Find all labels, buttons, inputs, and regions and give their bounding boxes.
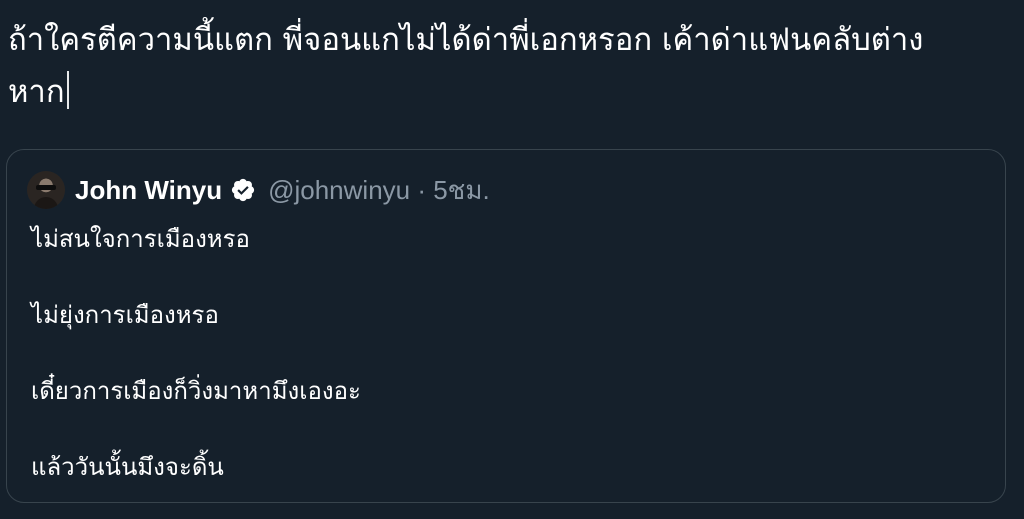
compose-text-line-1: ถ้าใครตีความนี้แตก พี่จอนแกไม่ได้ด่าพี่เ… bbox=[8, 22, 924, 58]
author-handle-and-time[interactable]: @johnwinyu · 5ชม. bbox=[268, 170, 490, 211]
compose-text-line-2: หาก bbox=[8, 74, 65, 110]
tweet-compose-text[interactable]: ถ้าใครตีความนี้แตก พี่จอนแกไม่ได้ด่าพี่เ… bbox=[8, 14, 1008, 118]
author-display-name[interactable]: John Winyu bbox=[75, 175, 222, 206]
quoted-tweet-line: แล้ววันนั้นมึงจะดิ้น bbox=[31, 453, 224, 481]
quoted-tweet-line: ไม่สนใจการเมืองหรอ bbox=[31, 225, 250, 253]
text-cursor bbox=[66, 71, 69, 109]
quoted-tweet-line: เดี๋ยวการเมืองก็วิ่งมาหามึงเองอะ bbox=[31, 377, 361, 405]
quoted-tweet-line: ไม่ยุ่งการเมืองหรอ bbox=[31, 301, 219, 329]
verified-badge-icon bbox=[231, 178, 255, 202]
quoted-tweet-card[interactable]: John Winyu @johnwinyu · 5ชม. ไม่สนใจการเ… bbox=[6, 149, 1006, 503]
quoted-tweet-body: ไม่สนใจการเมืองหรอ ไม่ยุ่งการเมืองหรอ เด… bbox=[31, 223, 971, 519]
quoted-tweet-header: John Winyu @johnwinyu · 5ชม. bbox=[27, 170, 490, 210]
avatar[interactable] bbox=[27, 171, 65, 209]
